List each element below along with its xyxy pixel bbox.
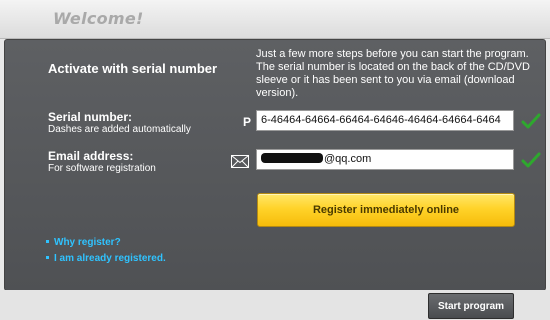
bullet-icon	[46, 256, 49, 259]
intro-text: Just a few more steps before you can sta…	[256, 48, 530, 99]
why-register-label: Why register?	[54, 237, 121, 248]
email-domain-text: @qq.com	[324, 153, 372, 165]
serial-valid-checkmark-icon	[521, 113, 541, 129]
bullet-icon	[46, 240, 49, 243]
register-online-button[interactable]: Register immediately online	[257, 193, 515, 227]
email-input[interactable]: @qq.com	[256, 149, 514, 170]
email-valid-checkmark-icon	[521, 152, 541, 168]
serial-input[interactable]: 6-46464-64664-66464-64646-46464-64664-64…	[256, 110, 514, 131]
serial-label: Serial number:	[48, 110, 133, 124]
serial-prefix-icon: P	[243, 115, 252, 129]
footer-bar: Start program	[0, 290, 550, 320]
welcome-window: Welcome! Activate with serial number Jus…	[0, 0, 550, 320]
serial-hint: Dashes are added automatically	[48, 124, 191, 135]
already-registered-link[interactable]: I am already registered.	[46, 253, 166, 264]
email-hint: For software registration	[48, 163, 156, 174]
envelope-icon	[231, 155, 249, 168]
email-label: Email address:	[48, 149, 134, 163]
already-registered-label: I am already registered.	[54, 253, 166, 264]
start-program-button[interactable]: Start program	[428, 293, 514, 319]
panel-heading: Activate with serial number	[48, 61, 218, 76]
activation-panel: Activate with serial number Just a few m…	[4, 39, 546, 291]
title-bar: Welcome!	[0, 0, 550, 39]
why-register-link[interactable]: Why register?	[46, 237, 121, 248]
redacted-email-user	[261, 153, 323, 163]
window-title: Welcome!	[53, 9, 144, 28]
